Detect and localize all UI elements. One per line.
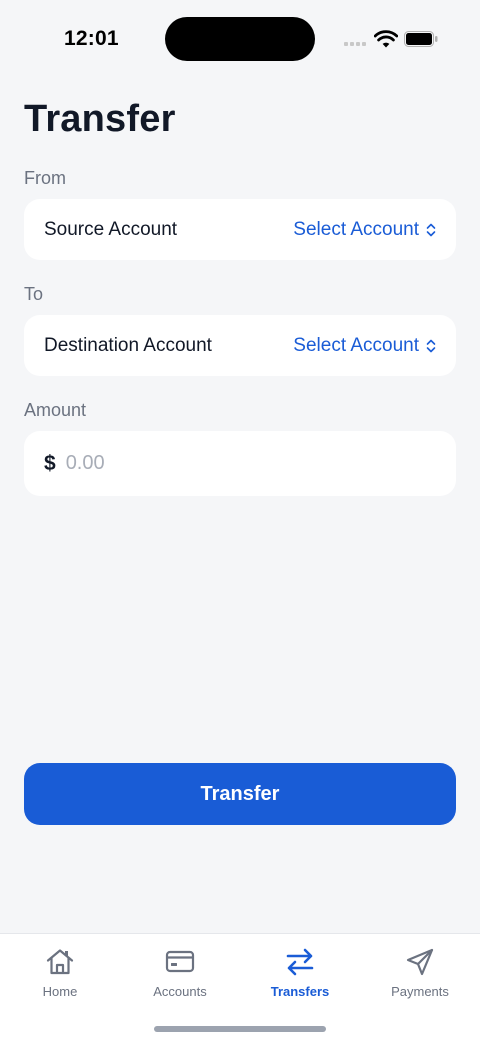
currency-symbol: $ [44, 451, 56, 475]
dynamic-island [165, 17, 315, 61]
tab-transfers[interactable]: Transfers [240, 946, 360, 999]
amount-label: Amount [24, 400, 87, 420]
chevron-up-down-icon [426, 223, 436, 236]
tab-payments-label: Payments [391, 984, 449, 999]
amount-field-container[interactable]: $ [24, 431, 456, 496]
destination-account-row[interactable]: Destination Account Select Account [24, 315, 456, 376]
tab-home[interactable]: Home [0, 946, 120, 999]
destination-account-picker-label: Select Account [293, 334, 419, 356]
status-bar: 12:01 [0, 0, 480, 78]
paper-plane-icon [406, 948, 434, 976]
home-indicator [154, 1026, 326, 1032]
source-account-row[interactable]: Source Account Select Account [24, 199, 456, 260]
arrows-left-right-icon [286, 948, 314, 976]
credit-card-icon [165, 950, 195, 973]
to-label: To [24, 284, 44, 304]
house-icon [46, 949, 74, 975]
status-time: 12:01 [64, 27, 119, 50]
source-account-picker-label: Select Account [293, 218, 419, 240]
wifi-icon [374, 30, 398, 48]
transfer-button[interactable]: Transfer [24, 763, 456, 825]
destination-account-title: Destination Account [44, 334, 212, 356]
tab-payments[interactable]: Payments [360, 946, 480, 999]
tab-home-label: Home [42, 984, 78, 999]
tab-accounts[interactable]: Accounts [120, 946, 240, 999]
from-label: From [24, 168, 66, 188]
tab-accounts-label: Accounts [153, 984, 207, 999]
source-account-title: Source Account [44, 218, 178, 240]
tab-transfers-label: Transfers [270, 984, 330, 999]
destination-account-picker[interactable]: Select Account [293, 335, 436, 357]
source-account-picker[interactable]: Select Account [293, 219, 436, 241]
chevron-up-down-icon [426, 339, 436, 352]
battery-icon [404, 31, 438, 47]
cellular-signal-icon [344, 38, 368, 46]
page-title: Transfer [24, 98, 176, 140]
amount-input[interactable] [65, 452, 436, 475]
